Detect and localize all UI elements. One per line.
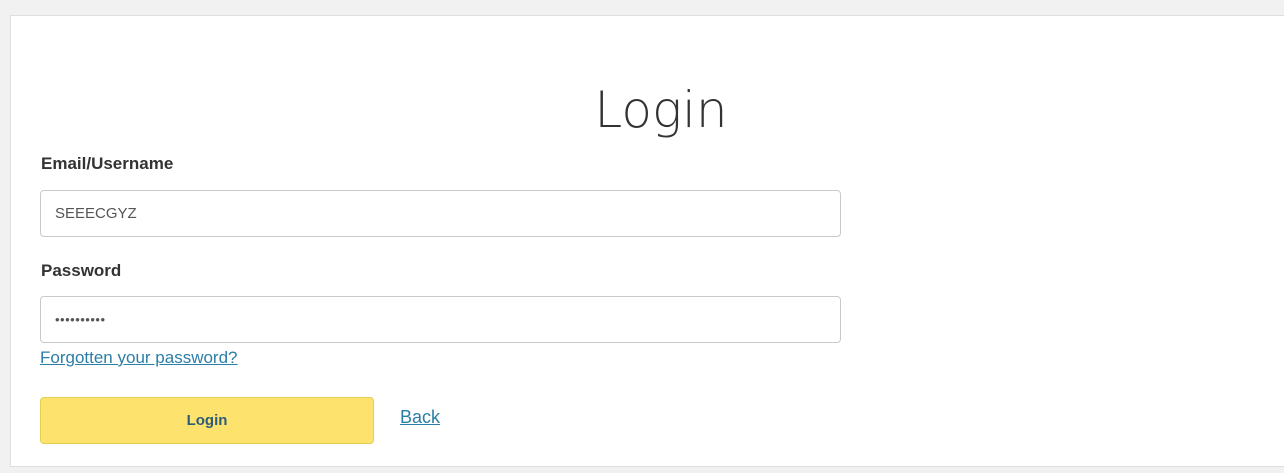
login-button[interactable]: Login (40, 397, 374, 444)
email-label: Email/Username (41, 154, 174, 173)
login-card: Login Email/Username Password Forgotten … (10, 15, 1284, 467)
email-field[interactable] (40, 190, 841, 237)
back-link[interactable]: Back (400, 407, 440, 428)
password-label: Password (41, 261, 122, 280)
password-field[interactable] (40, 296, 841, 343)
page-title: Login (594, 81, 728, 139)
forgot-password-link[interactable]: Forgotten your password? (40, 348, 238, 368)
